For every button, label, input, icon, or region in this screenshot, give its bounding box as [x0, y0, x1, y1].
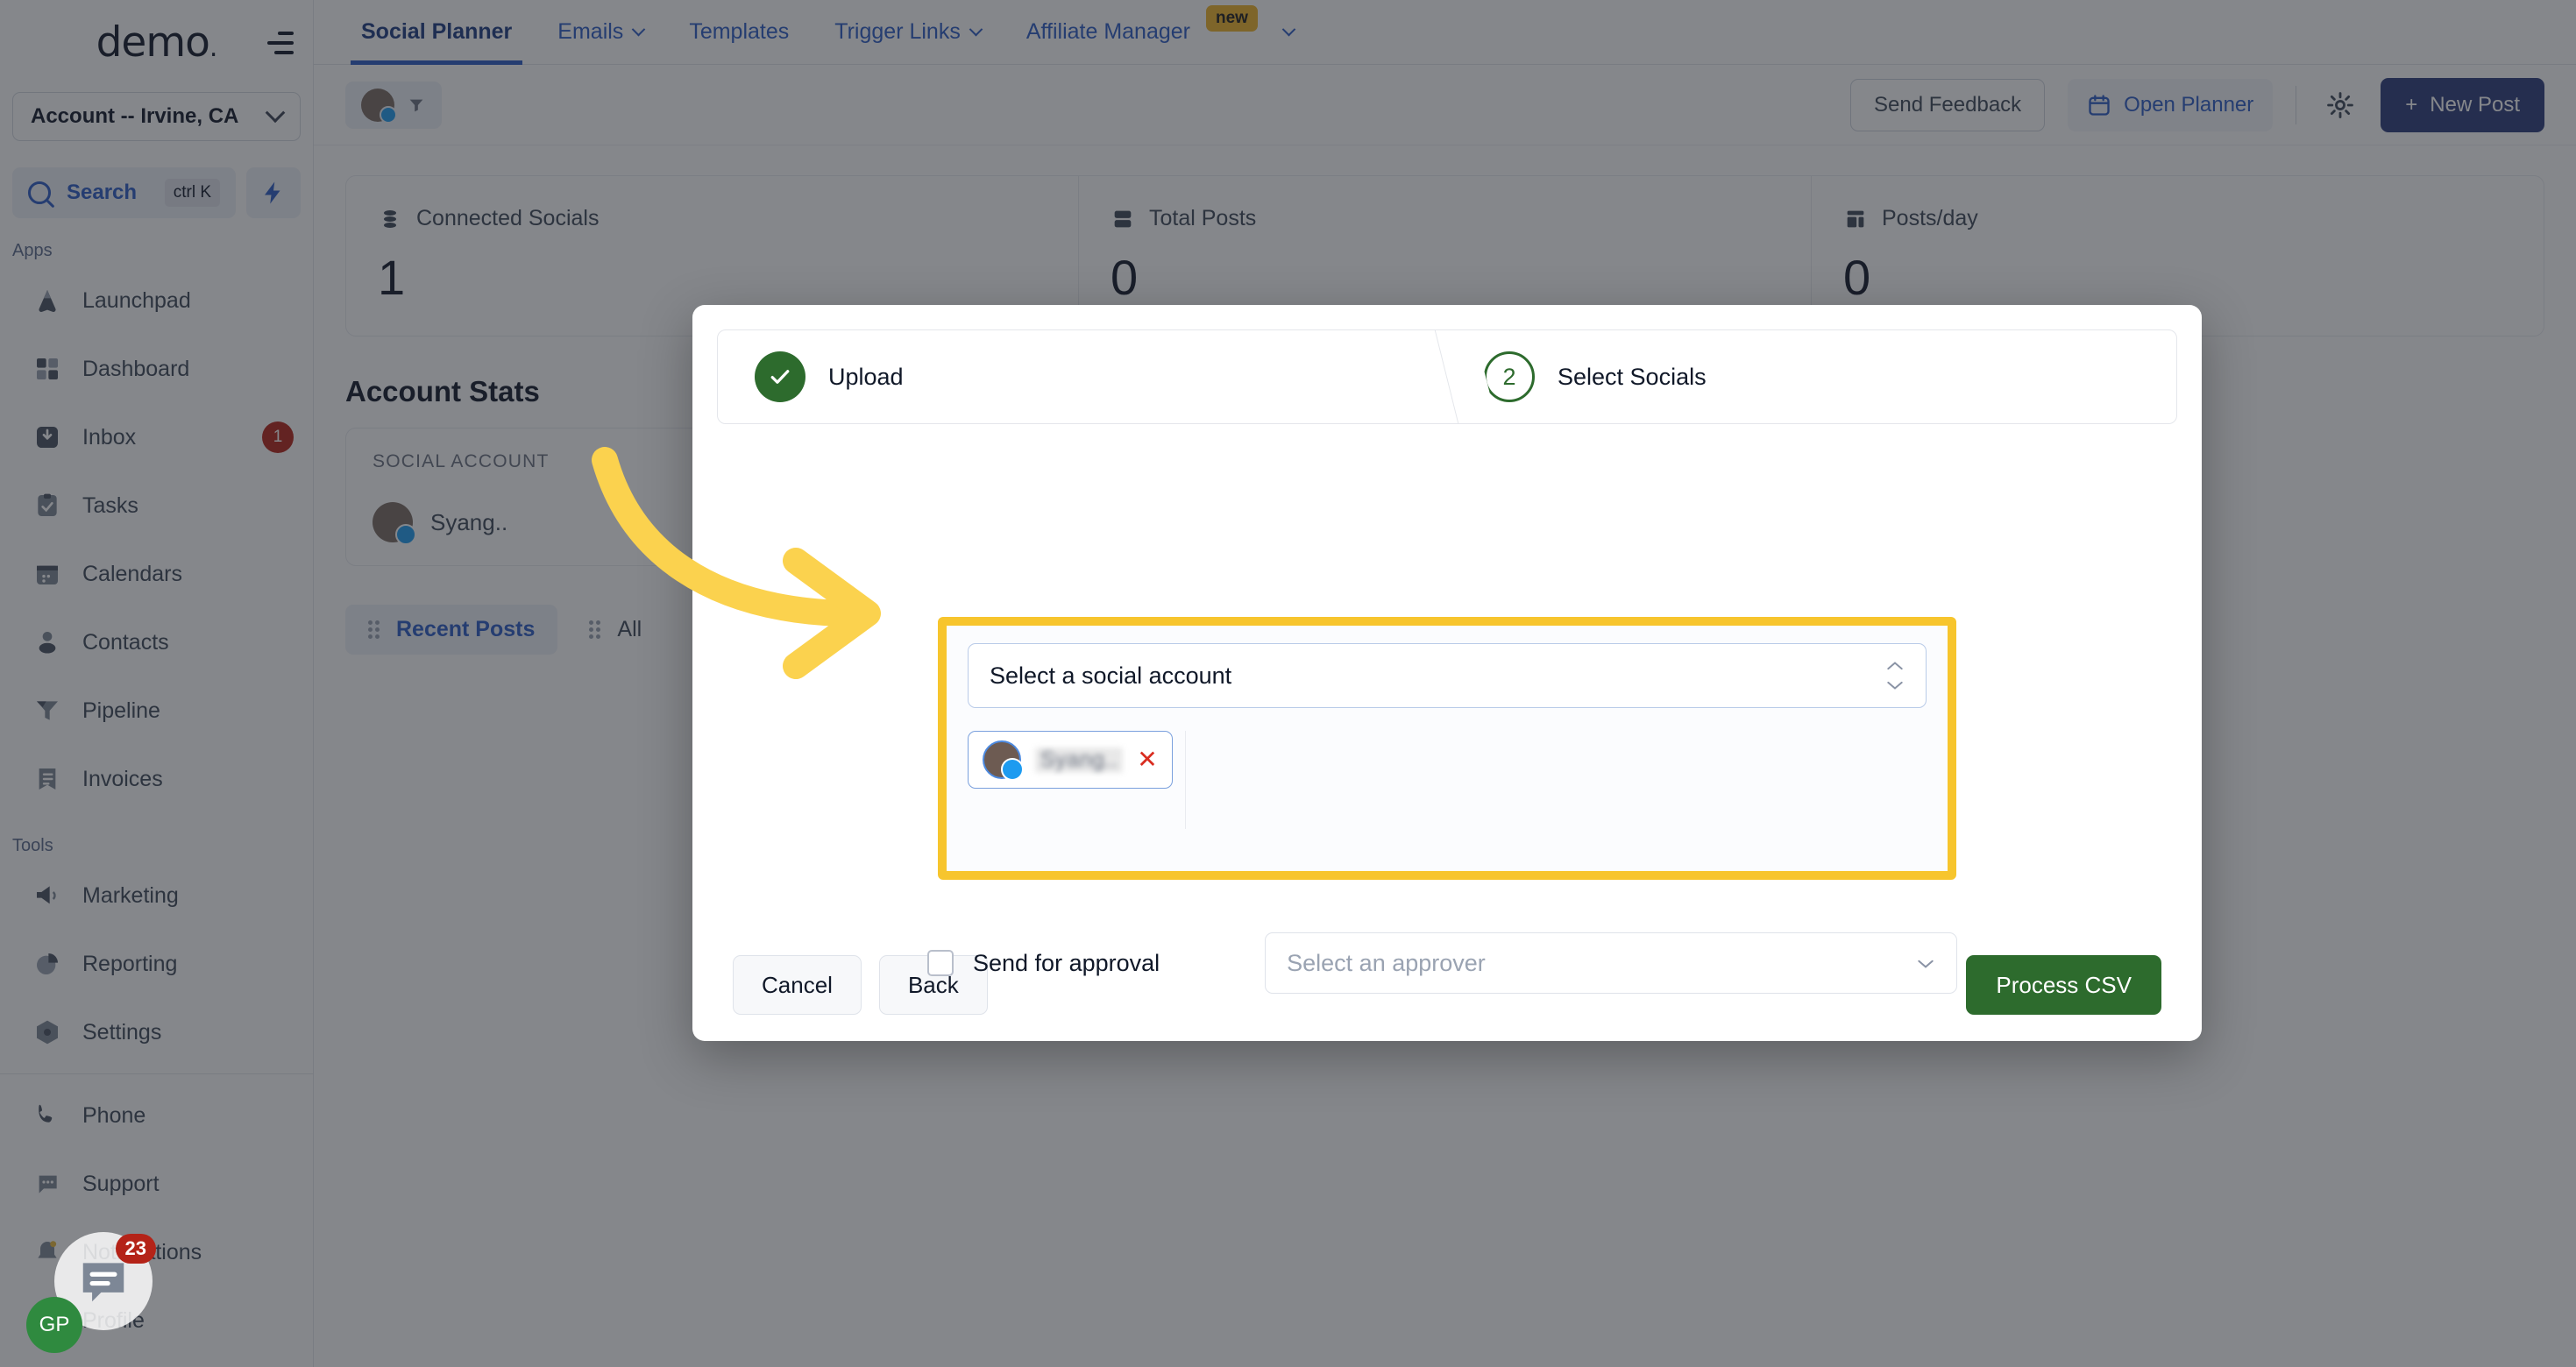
csv-import-modal: Upload 2 Select Socials Select a social … — [692, 305, 2202, 1041]
cancel-button[interactable]: Cancel — [733, 955, 862, 1015]
chat-unread-badge: 23 — [115, 1234, 156, 1264]
avatar — [983, 740, 1024, 781]
avatar-initials-label: GP — [39, 1313, 70, 1336]
modal-stepper: Upload 2 Select Socials — [717, 329, 2177, 424]
selected-social-name: Syang.. — [1035, 747, 1124, 773]
chip-wrap: Syang.. ✕ — [968, 731, 1186, 829]
social-account-select[interactable]: Select a social account — [968, 643, 1927, 708]
modal-body: Select a social account Syang.. ✕ Send f… — [692, 424, 2202, 994]
step-label: Upload — [828, 363, 904, 390]
send-for-approval-label: Send for approval — [973, 949, 1160, 976]
user-avatar-initials[interactable]: GP — [26, 1297, 82, 1353]
approver-select-placeholder: Select an approver — [1287, 949, 1486, 976]
cancel-label: Cancel — [762, 971, 833, 998]
step-select-socials[interactable]: 2 Select Socials — [1447, 330, 2176, 423]
app-root: demo. Account -- Irvine, CA Search ctrl … — [0, 0, 2576, 1367]
step-label: Select Socials — [1558, 363, 1707, 390]
approver-select[interactable]: Select an approver — [1265, 932, 1958, 994]
send-for-approval-checkbox[interactable] — [927, 950, 954, 976]
step-number: 2 — [1484, 351, 1535, 402]
chevron-down-icon — [1918, 960, 1934, 968]
process-csv-label: Process CSV — [1996, 971, 2132, 998]
remove-social-icon[interactable]: ✕ — [1137, 747, 1157, 772]
chevron-updown-icon — [1885, 662, 1905, 690]
approval-row: Send for approval Select an approver — [927, 932, 1958, 994]
selected-socials-area: Syang.. ✕ — [968, 731, 1927, 829]
step-upload[interactable]: Upload — [718, 330, 1447, 423]
social-selection-highlight: Select a social account Syang.. ✕ — [938, 617, 1956, 880]
process-csv-button[interactable]: Process CSV — [1966, 955, 2161, 1015]
check-icon — [755, 351, 805, 402]
chat-bubble-icon — [82, 1263, 124, 1302]
social-account-select-placeholder: Select a social account — [990, 662, 1232, 689]
selected-social-chip[interactable]: Syang.. ✕ — [968, 731, 1173, 789]
